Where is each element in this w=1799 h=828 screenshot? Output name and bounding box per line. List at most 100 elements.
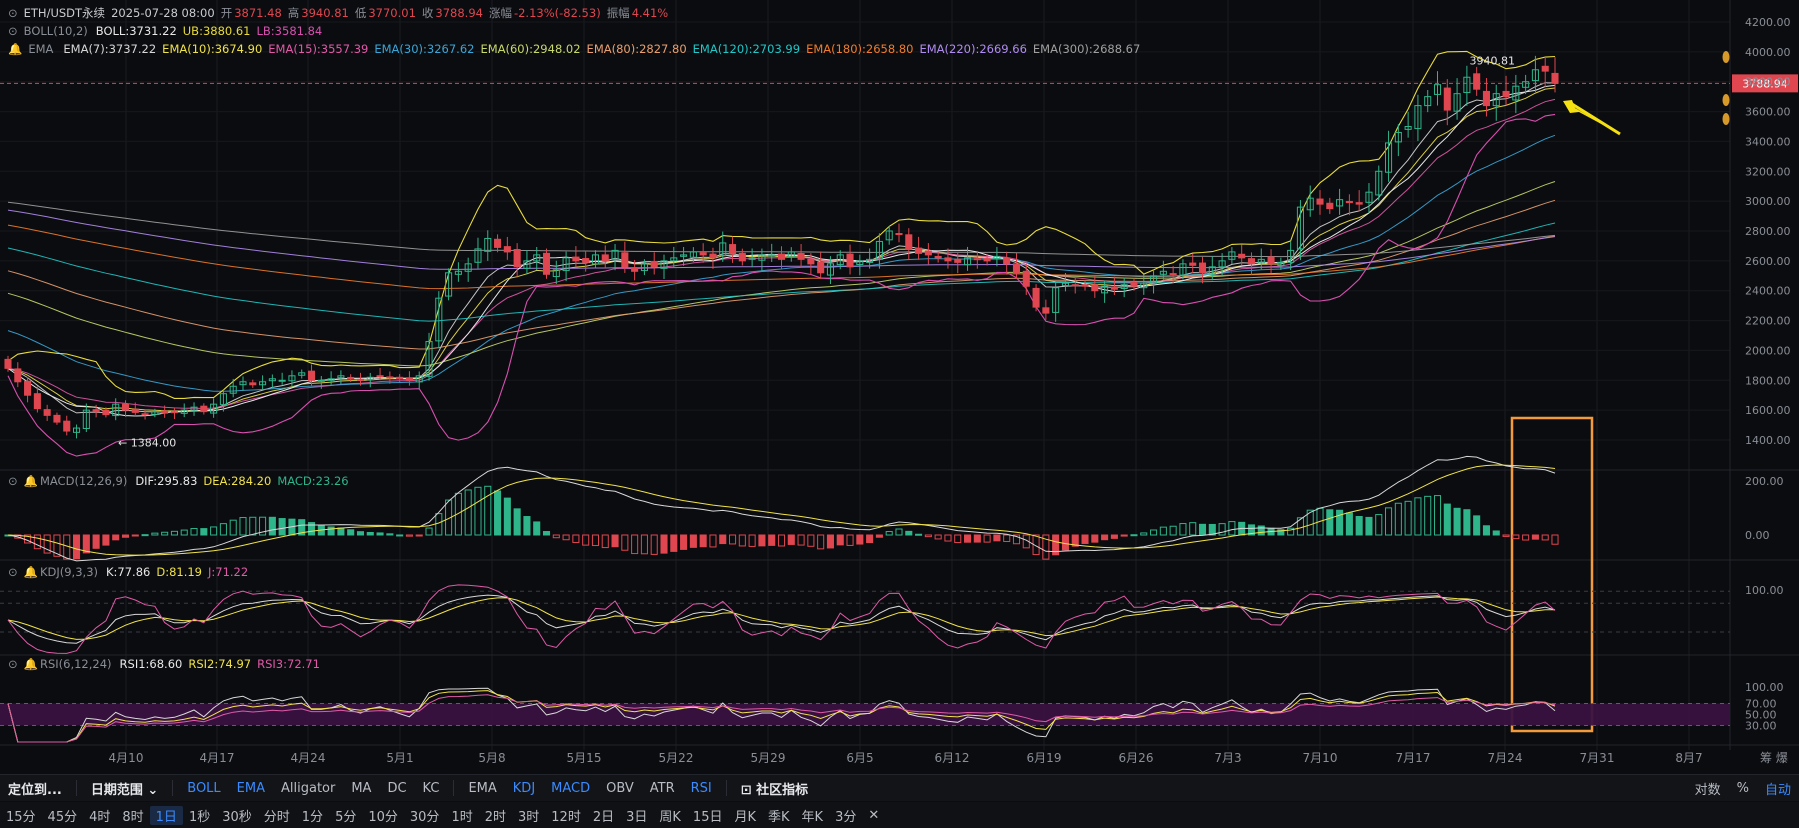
candle-body — [307, 370, 316, 381]
timeframe-16[interactable]: 2日 — [587, 806, 620, 825]
indicator-alligator[interactable]: Alligator — [273, 781, 343, 796]
macd-bar — [112, 534, 120, 541]
timeframe-6[interactable]: 30秒 — [216, 806, 258, 825]
svg-text:🔔: 🔔 — [24, 474, 38, 488]
timeframe-10[interactable]: 10分 — [362, 806, 404, 825]
macd-bar — [73, 534, 81, 560]
timeframe-1[interactable]: 45分 — [42, 806, 84, 825]
price-axis-tick: 4200.00 — [1745, 16, 1791, 29]
macd-bar — [983, 534, 991, 543]
timeframe-11[interactable]: 30分 — [404, 806, 446, 825]
indicator-atr[interactable]: ATR — [642, 781, 683, 796]
rsi3-value: RSI3:72.71 — [257, 657, 320, 671]
macd-bar — [846, 534, 854, 546]
macd-bar — [552, 534, 560, 539]
macd-bar — [621, 534, 629, 551]
timeframe-0[interactable]: 15分 — [0, 806, 42, 825]
timeframe-4[interactable]: 1日 — [149, 805, 183, 825]
timeframe-9[interactable]: 5分 — [329, 806, 362, 825]
macd-bar — [542, 531, 551, 536]
macd-bar — [993, 534, 1001, 542]
x-axis-tick: 6月12 — [935, 751, 970, 765]
macd-bar — [601, 534, 609, 549]
kdj-d: D:81.19 — [156, 565, 202, 579]
x-axis-tick: 8月7 — [1675, 751, 1702, 765]
timeframe-21[interactable]: 季K — [762, 806, 796, 825]
macd-bar — [1091, 534, 1099, 543]
timeframe-13[interactable]: 2时 — [479, 806, 512, 825]
price-axis-tick: 4000.00 — [1745, 46, 1791, 59]
candle-body — [915, 247, 923, 254]
timeframe-20[interactable]: 月K — [728, 806, 762, 825]
ema-name: EMA — [28, 42, 53, 56]
timeframe-17[interactable]: 3日 — [620, 806, 653, 825]
macd-bar — [151, 532, 159, 536]
macd-bar — [719, 534, 727, 545]
macd-bar — [82, 534, 90, 554]
log-scale-toggle[interactable]: 对数 — [1687, 779, 1729, 798]
price-axis-tick: 2800.00 — [1745, 225, 1791, 238]
indicator-kdj[interactable]: KDJ — [505, 781, 543, 796]
timeframe-22[interactable]: 年K — [796, 806, 830, 825]
macd-bar — [856, 534, 864, 545]
rsi1-value: RSI1:68.60 — [120, 657, 183, 671]
macd-bar — [1502, 534, 1510, 537]
macd-bar — [386, 533, 394, 536]
candle-body — [141, 413, 149, 416]
percent-toggle[interactable]: % — [1729, 781, 1757, 796]
timeframe-7[interactable]: 分时 — [258, 806, 296, 825]
auto-toggle[interactable]: 自动 — [1757, 779, 1799, 798]
indicator-macd[interactable]: MACD — [543, 781, 598, 796]
timeframe-12[interactable]: 1时 — [445, 806, 478, 825]
svg-text:🔔: 🔔 — [24, 565, 38, 579]
x-axis-tick: 6月19 — [1027, 751, 1062, 765]
indicator-rsi[interactable]: RSI — [683, 781, 720, 796]
indicator-dc[interactable]: DC — [379, 781, 414, 796]
price-axis-tick: 2400.00 — [1745, 285, 1791, 298]
candle-body — [1189, 262, 1197, 266]
indicator-obv[interactable]: OBV — [598, 781, 642, 796]
macd-bar — [611, 534, 619, 548]
price-chart[interactable]: 3788.94 3940.81 ← 1384.00 4200.00 4000.00 380… — [0, 0, 1799, 780]
kdj-axis-tick: 100.00 — [1745, 584, 1784, 597]
timeframe-close[interactable]: ✕ — [862, 808, 885, 823]
timeframe-23[interactable]: 3分 — [829, 806, 862, 825]
timeframe-5[interactable]: 1秒 — [183, 806, 216, 825]
price-axis-tick: 3400.00 — [1745, 135, 1791, 148]
timeframe-15[interactable]: 12时 — [545, 806, 587, 825]
macd-bar — [405, 534, 413, 537]
macd-bar — [1375, 514, 1383, 536]
indicator-boll[interactable]: BOLL — [179, 781, 228, 796]
datetime-label: 2025-07-28 08:00 — [111, 6, 215, 20]
candle-body — [1355, 202, 1363, 205]
ema-row: 🔔 EMA EMA(7):3737.22 EMA(10):3674.90 EMA(15)… — [8, 42, 1140, 56]
candle-body — [249, 382, 257, 386]
indicator-ema[interactable]: EMA — [229, 781, 273, 796]
candle-body — [1443, 87, 1451, 111]
timeframe-18[interactable]: 周K — [653, 806, 687, 825]
date-range-button[interactable]: 日期范围 ⌄ — [83, 779, 166, 798]
macd-bar — [572, 534, 580, 543]
candle-body — [738, 252, 746, 262]
indicator-ma[interactable]: MA — [343, 781, 379, 796]
community-indicators-button[interactable]: ⊡ 社区指标 — [733, 779, 816, 798]
timeframe-19[interactable]: 15日 — [687, 806, 729, 825]
candle-body — [1110, 286, 1118, 290]
macd-bar — [1433, 495, 1442, 536]
macd-bar — [817, 534, 825, 550]
timeframe-8[interactable]: 1分 — [296, 806, 329, 825]
timeframe-3[interactable]: 8时 — [116, 806, 149, 825]
svg-text:⊙: ⊙ — [8, 565, 18, 579]
candle-body — [1032, 287, 1040, 308]
macd-bar — [1130, 534, 1138, 537]
locate-button[interactable]: 定位到... — [0, 779, 70, 798]
timeframe-2[interactable]: 4时 — [83, 806, 116, 825]
svg-text:高: 高 — [288, 6, 300, 20]
macd-axis-tick: 200.00 — [1745, 475, 1784, 488]
macd-bar — [768, 534, 776, 546]
timeframe-14[interactable]: 3时 — [512, 806, 545, 825]
macd-bar — [435, 513, 443, 536]
indicator-kc[interactable]: KC — [415, 781, 448, 796]
indicator-ema-sub[interactable]: EMA — [460, 781, 504, 796]
macd-bar — [523, 516, 531, 536]
